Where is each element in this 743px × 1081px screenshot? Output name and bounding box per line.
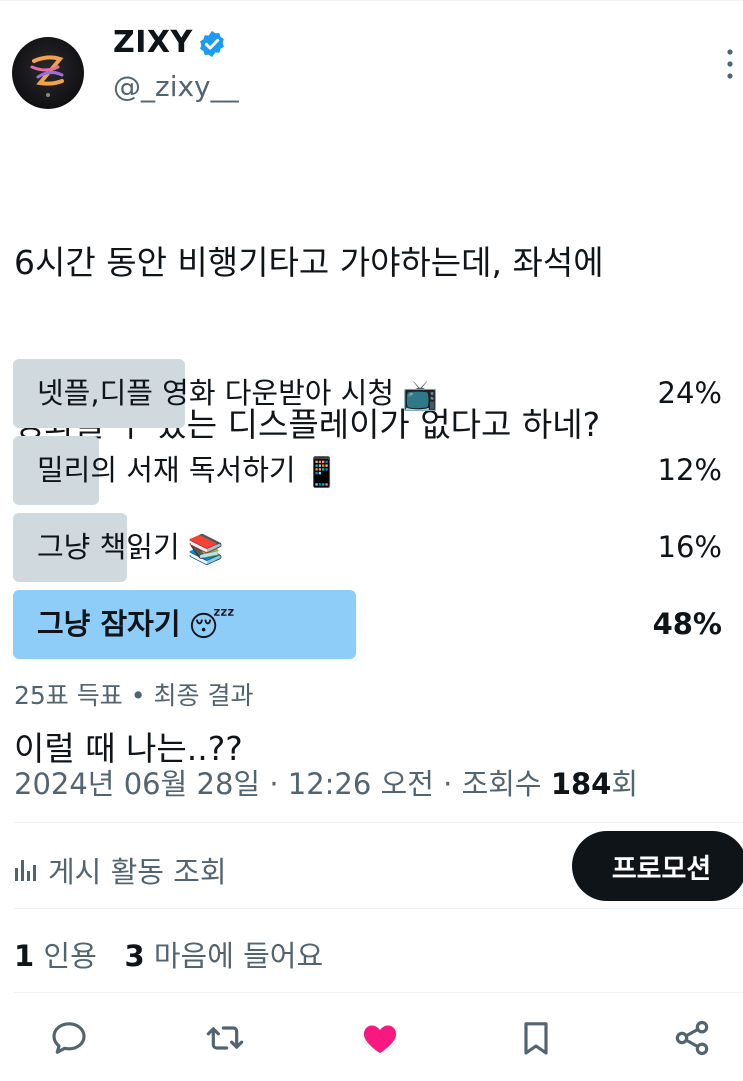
tweet-timestamp: 2024년 06월 28일 · 12:26 오전 · 조회수 184회	[14, 761, 638, 803]
quotes-label[interactable]: 인용	[43, 939, 96, 973]
quotes-count[interactable]: 1	[14, 939, 34, 973]
poll-option-winner: 그냥 잠자기 😴 48%	[13, 590, 728, 659]
share-icon[interactable]	[672, 1018, 712, 1058]
poll-meta: 25표 득표 • 최종 결과	[14, 676, 253, 712]
views-label: 조회수	[461, 767, 542, 801]
poll-option-percent: 16%	[657, 530, 722, 564]
meta-separator: ·	[269, 767, 279, 801]
post-activity-link[interactable]: 게시 활동 조회	[14, 849, 227, 891]
phone-emoji-icon: 📱	[303, 454, 340, 489]
poll-option: 밀리의 서재 독서하기 📱 12%	[13, 436, 728, 505]
tweet-text-line: 6시간 동안 비행기타고 가야하는데, 좌석에	[14, 243, 604, 282]
divider	[14, 822, 743, 823]
bookmark-icon[interactable]	[516, 1018, 556, 1058]
likes-count[interactable]: 3	[124, 939, 144, 973]
author-handle[interactable]: @_zixy__	[113, 70, 239, 103]
author-name[interactable]: ZIXY	[113, 25, 193, 60]
poll-option: 그냥 책읽기 📚 16%	[13, 513, 728, 582]
likes-label[interactable]: 마음에 들어요	[154, 939, 323, 973]
like-icon[interactable]	[360, 1018, 400, 1058]
avatar-logo-icon	[30, 55, 64, 97]
poll-option-percent: 24%	[657, 376, 722, 410]
reply-icon[interactable]	[49, 1018, 89, 1058]
tweet-time[interactable]: 12:26 오전	[288, 767, 434, 801]
post-activity-label: 게시 활동 조회	[48, 855, 227, 889]
more-options-icon[interactable]	[718, 44, 742, 84]
author-avatar[interactable]	[12, 37, 84, 109]
poll-option-percent: 48%	[652, 607, 722, 641]
poll-status: 최종 결과	[153, 681, 254, 710]
meta-separator: ·	[443, 767, 453, 801]
views-count: 184	[550, 767, 612, 801]
divider	[14, 908, 743, 909]
poll-votes: 25표 득표	[14, 681, 123, 710]
tweet-date[interactable]: 2024년 06월 28일	[14, 767, 260, 801]
engagement-stats: 1 인용 3 마음에 들어요	[14, 933, 323, 975]
poll-option-label: 그냥 책읽기 📚	[37, 513, 224, 584]
views-suffix: 회	[611, 767, 639, 801]
tv-emoji-icon: 📺	[402, 377, 439, 412]
poll-option-percent: 12%	[657, 453, 722, 487]
poll-option-label: 넷플,디플 영화 다운받아 시청 📺	[37, 359, 438, 430]
retweet-icon[interactable]	[205, 1018, 245, 1058]
poll-option-label: 밀리의 서재 독서하기 📱	[37, 436, 340, 507]
sleeping-face-emoji-icon: 😴	[188, 608, 236, 643]
promote-button[interactable]: 프로모션	[572, 831, 743, 901]
analytics-icon	[15, 860, 36, 881]
books-emoji-icon: 📚	[187, 531, 224, 566]
poll-option: 넷플,디플 영화 다운받아 시청 📺 24%	[13, 359, 728, 428]
verified-badge-icon	[200, 30, 224, 58]
top-divider	[0, 0, 743, 1]
divider	[14, 992, 743, 993]
poll-option-label: 그냥 잠자기 😴	[37, 590, 235, 661]
poll-meta-separator: •	[130, 681, 146, 710]
